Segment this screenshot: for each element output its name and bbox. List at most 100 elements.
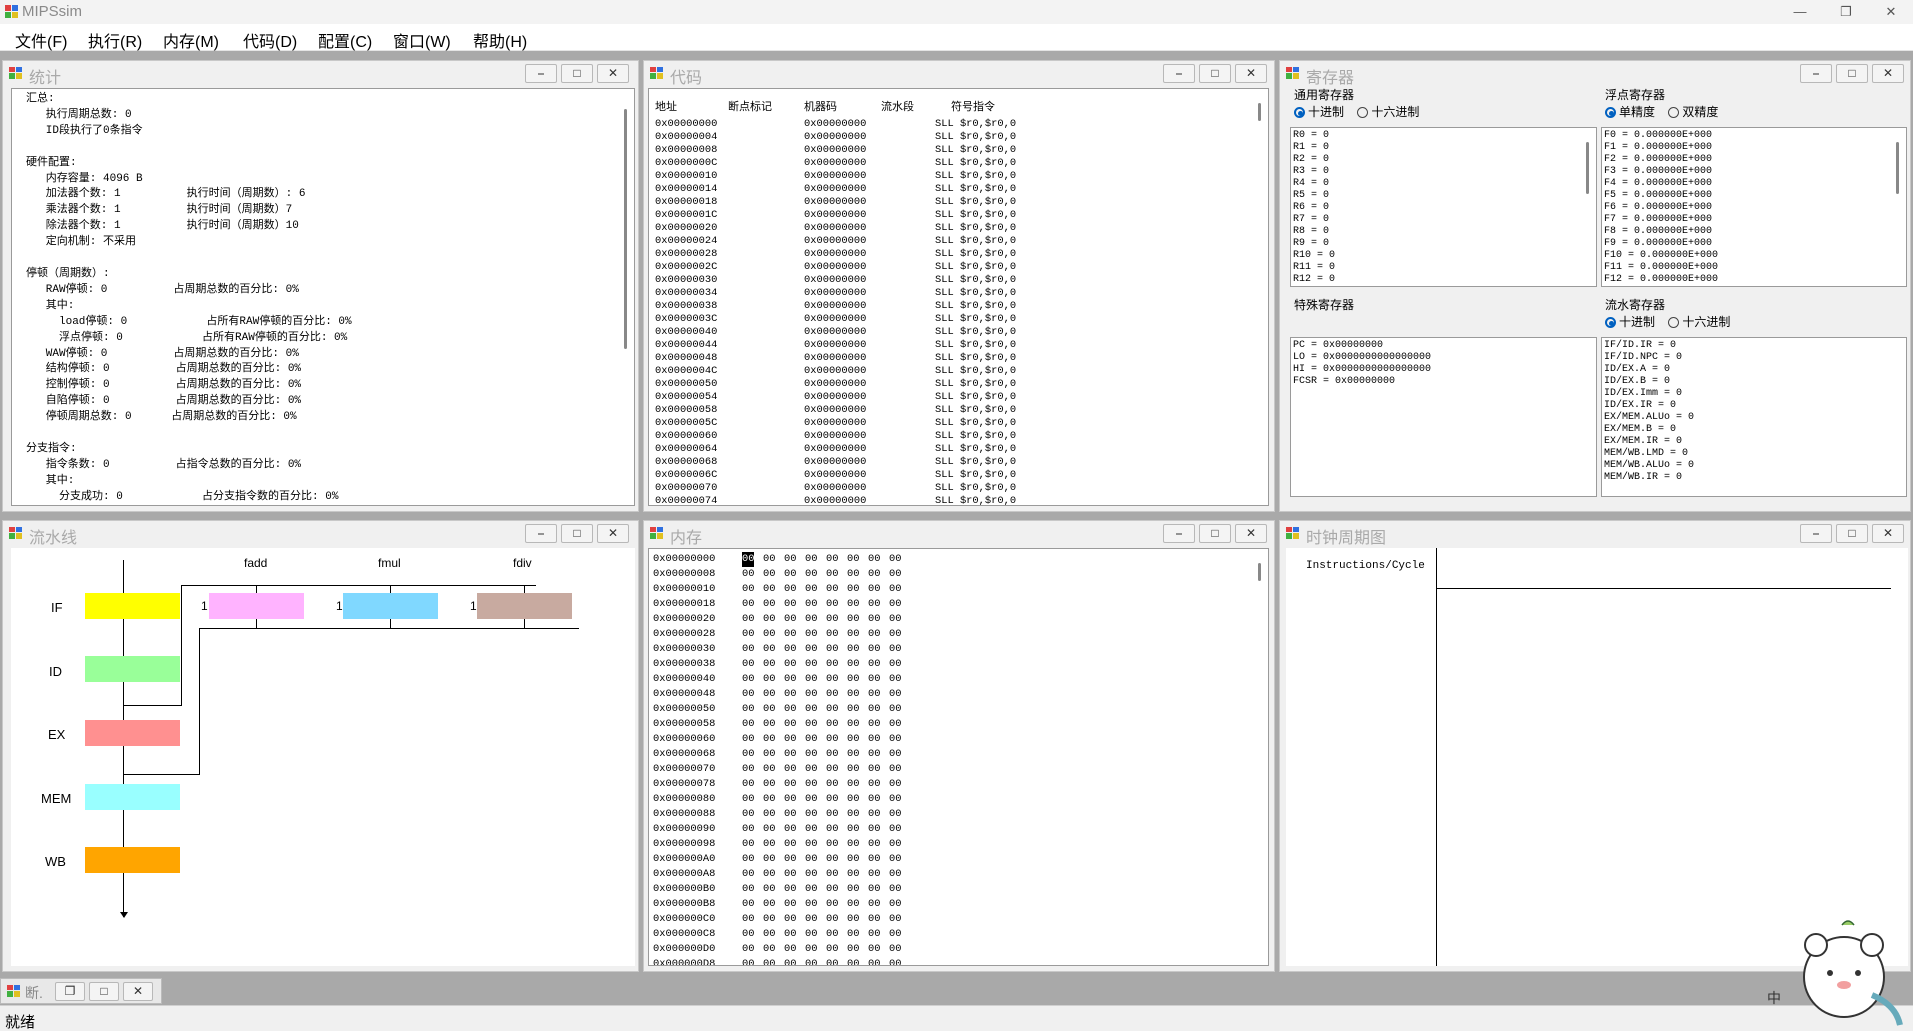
memory-byte[interactable]: 00 — [805, 717, 817, 732]
memory-row[interactable]: 0x000000C0 00 00 00 00 00 00 00 00 — [653, 912, 901, 927]
gpr-decimal-radio[interactable]: 十进制 — [1294, 105, 1344, 119]
gpr-hex-radio[interactable]: 十六进制 — [1357, 105, 1419, 119]
memory-byte[interactable]: 00 — [868, 567, 880, 582]
memory-byte[interactable]: 00 — [868, 627, 880, 642]
memory-byte[interactable]: 00 — [742, 777, 754, 792]
memory-byte[interactable]: 00 — [889, 882, 901, 897]
memory-byte[interactable]: 00 — [763, 672, 775, 687]
menu-config[interactable]: 配置(C) — [318, 28, 372, 52]
gpr-list[interactable]: R0 = 0 R1 = 0 R2 = 0 R3 = 0 R4 = 0 R5 = 0 R6 =… — [1290, 127, 1597, 287]
memory-byte[interactable]: 00 — [889, 777, 901, 792]
memory-row[interactable]: 0x000000B8 00 00 00 00 00 00 00 00 — [653, 897, 901, 912]
memory-byte[interactable]: 00 — [847, 672, 859, 687]
minimize-button[interactable]: ⎯ — [525, 64, 557, 83]
memory-row[interactable]: 0x000000D8 00 00 00 00 00 00 00 00 — [653, 957, 901, 965]
memory-row[interactable]: 0x00000018 00 00 00 00 00 00 00 00 — [653, 597, 901, 612]
memory-byte[interactable]: 00 — [742, 942, 754, 957]
memory-byte[interactable]: 00 — [847, 732, 859, 747]
menu-help[interactable]: 帮助(H) — [473, 28, 527, 52]
memory-byte[interactable]: 00 — [889, 687, 901, 702]
memory-byte[interactable]: 00 — [805, 852, 817, 867]
memory-byte[interactable]: 00 — [805, 777, 817, 792]
memory-byte[interactable]: 00 — [784, 942, 796, 957]
memory-byte[interactable]: 00 — [805, 927, 817, 942]
memory-byte[interactable]: 00 — [847, 912, 859, 927]
memory-byte[interactable]: 00 — [805, 732, 817, 747]
stats-scrollbar[interactable] — [620, 89, 632, 505]
memory-byte[interactable]: 00 — [826, 807, 838, 822]
memory-byte[interactable]: 00 — [805, 747, 817, 762]
close-button[interactable]: ✕ — [1235, 64, 1267, 83]
memory-byte[interactable]: 00 — [889, 837, 901, 852]
minimize-button[interactable]: ⎯ — [1163, 524, 1195, 543]
memory-byte[interactable]: 00 — [763, 852, 775, 867]
pipe-reg-list[interactable]: IF/ID.IR = 0 IF/ID.NPC = 0 ID/EX.A = 0 ID/E… — [1601, 337, 1907, 497]
memory-byte[interactable]: 00 — [889, 792, 901, 807]
memory-byte[interactable]: 00 — [763, 792, 775, 807]
memory-byte[interactable]: 00 — [826, 927, 838, 942]
memory-byte[interactable]: 00 — [763, 747, 775, 762]
memory-byte[interactable]: 00 — [826, 837, 838, 852]
memory-byte[interactable]: 00 — [784, 882, 796, 897]
memory-byte[interactable]: 00 — [868, 897, 880, 912]
memory-byte[interactable]: 00 — [784, 627, 796, 642]
memory-row[interactable]: 0x00000040 00 00 00 00 00 00 00 00 — [653, 672, 901, 687]
memory-byte[interactable]: 00 — [826, 777, 838, 792]
memory-byte[interactable]: 00 — [847, 942, 859, 957]
special-list[interactable]: PC = 0x00000000 LO = 0x0000000000000000 HI… — [1290, 337, 1597, 497]
memory-byte[interactable]: 00 — [868, 912, 880, 927]
memory-byte[interactable]: 00 — [889, 807, 901, 822]
memory-byte[interactable]: 00 — [826, 852, 838, 867]
memory-byte[interactable]: 00 — [889, 552, 901, 567]
memory-byte[interactable]: 00 — [805, 612, 817, 627]
memory-byte[interactable]: 00 — [868, 867, 880, 882]
memory-byte[interactable]: 00 — [805, 807, 817, 822]
memory-byte[interactable]: 00 — [763, 867, 775, 882]
memory-byte[interactable]: 00 — [742, 627, 754, 642]
memory-row[interactable]: 0x00000028 00 00 00 00 00 00 00 00 — [653, 627, 901, 642]
memory-byte[interactable]: 00 — [847, 777, 859, 792]
memory-byte[interactable]: 00 — [784, 747, 796, 762]
memory-byte[interactable]: 00 — [805, 957, 817, 965]
minimized-window[interactable]: 断. ❐ □ ✕ — [0, 978, 162, 1004]
close-button[interactable]: ✕ — [1872, 524, 1904, 543]
memory-byte[interactable]: 00 — [805, 567, 817, 582]
memory-byte[interactable]: 00 — [847, 807, 859, 822]
memory-byte[interactable]: 00 — [763, 732, 775, 747]
memory-row[interactable]: 0x00000038 00 00 00 00 00 00 00 00 — [653, 657, 901, 672]
memory-byte[interactable]: 00 — [889, 912, 901, 927]
memory-byte[interactable]: 00 — [742, 657, 754, 672]
memory-byte[interactable]: 00 — [889, 702, 901, 717]
memory-byte[interactable]: 00 — [742, 717, 754, 732]
memory-byte[interactable]: 00 — [847, 957, 859, 965]
memory-byte[interactable]: 00 — [868, 687, 880, 702]
memory-byte[interactable]: 00 — [742, 552, 755, 567]
memory-byte[interactable]: 00 — [742, 912, 754, 927]
memory-row[interactable]: 0x00000068 00 00 00 00 00 00 00 00 — [653, 747, 901, 762]
memory-byte[interactable]: 00 — [784, 642, 796, 657]
memory-byte[interactable]: 00 — [784, 702, 796, 717]
memory-byte[interactable]: 00 — [742, 747, 754, 762]
memory-byte[interactable]: 00 — [742, 882, 754, 897]
memory-byte[interactable]: 00 — [805, 942, 817, 957]
memory-byte[interactable]: 00 — [763, 762, 775, 777]
memory-byte[interactable]: 00 — [784, 582, 796, 597]
minimize-button[interactable]: ⎯ — [525, 524, 557, 543]
menu-run[interactable]: 执行(R) — [88, 28, 142, 52]
memory-byte[interactable]: 00 — [868, 777, 880, 792]
memory-byte[interactable]: 00 — [784, 912, 796, 927]
ime-indicator[interactable]: 中 — [1767, 988, 1781, 1008]
restore-button[interactable]: ❐ — [55, 982, 85, 1001]
memory-byte[interactable]: 00 — [805, 882, 817, 897]
memory-byte[interactable]: 00 — [805, 792, 817, 807]
memory-byte[interactable]: 00 — [763, 957, 775, 965]
memory-row[interactable]: 0x00000030 00 00 00 00 00 00 00 00 — [653, 642, 901, 657]
memory-byte[interactable]: 00 — [763, 822, 775, 837]
memory-byte[interactable]: 00 — [826, 552, 838, 567]
memory-row[interactable]: 0x000000A0 00 00 00 00 00 00 00 00 — [653, 852, 901, 867]
memory-byte[interactable]: 00 — [889, 762, 901, 777]
maximize-button[interactable]: □ — [1836, 64, 1868, 83]
close-button[interactable]: ✕ — [597, 64, 629, 83]
fpr-scrollbar[interactable] — [1892, 128, 1904, 286]
memory-row[interactable]: 0x00000058 00 00 00 00 00 00 00 00 — [653, 717, 901, 732]
